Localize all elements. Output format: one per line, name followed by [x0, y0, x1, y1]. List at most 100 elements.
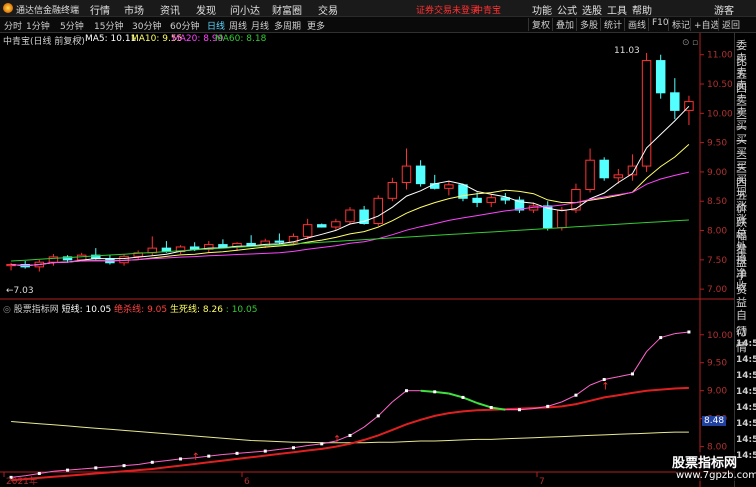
candle-body: [641, 60, 652, 167]
expand-chart-icon[interactable]: ▫: [692, 38, 698, 48]
short-line-segment: [377, 401, 393, 417]
period-60min[interactable]: 60分钟: [170, 19, 199, 32]
candle-body: [655, 60, 666, 94]
short-line-dot: [292, 446, 296, 450]
date-label: 7: [539, 477, 545, 487]
candle-body: [189, 246, 200, 250]
draw-button[interactable]: 画线: [624, 18, 646, 31]
indicator-tick-label: 9.50: [707, 359, 727, 369]
back-button[interactable]: 返回: [718, 18, 740, 31]
candle-body: [387, 181, 398, 199]
candle-body: [274, 240, 285, 243]
stats-button[interactable]: 统计: [600, 18, 622, 31]
indicator-marker: 8.48: [702, 416, 727, 426]
candle-body: [599, 159, 609, 179]
candle-body: [76, 254, 87, 261]
menu-bar: 通达信金融终端 行情 市场 资讯 发现 问小达 财富圈 交易 证券交易未登录 中…: [0, 0, 756, 17]
tick-label: 14:50: [736, 387, 756, 397]
short-line-segment: [349, 426, 365, 436]
short-line-dot: [207, 454, 211, 458]
short-line-segment: [279, 447, 294, 450]
login-notice[interactable]: 证券交易未登录: [416, 3, 479, 16]
menu-news[interactable]: 资讯: [160, 2, 180, 17]
short-line-segment: [618, 373, 633, 378]
f10-button[interactable]: F10: [648, 18, 669, 31]
period-timeshare[interactable]: 分时: [4, 19, 22, 32]
life-line: [11, 421, 689, 444]
menu-formula[interactable]: 公式: [557, 2, 577, 17]
menu-discover[interactable]: 发现: [196, 2, 216, 17]
watermark-title: 股票指标网: [672, 452, 738, 471]
price-high-label: 11.03: [614, 46, 640, 56]
indicator-tick-label: 9.00: [707, 387, 727, 397]
short-line-segment: [462, 396, 478, 404]
short-line-dot: [320, 442, 324, 446]
menu-function[interactable]: 功能: [532, 2, 552, 17]
menu-quotes[interactable]: 行情: [90, 2, 110, 17]
short-line-segment: [208, 453, 223, 457]
buy-arrow-icon: ↑: [192, 452, 200, 463]
period-daily[interactable]: 日线: [207, 19, 225, 32]
short-line-dot: [37, 471, 41, 475]
menu-stock-select[interactable]: 选股: [582, 2, 602, 17]
mark-button[interactable]: 标记: [668, 18, 690, 31]
multi-stock-button[interactable]: 多股: [576, 18, 598, 31]
menu-wealth[interactable]: 财富圈: [272, 2, 302, 17]
app-name: 通达信金融终端: [16, 6, 80, 16]
buy-arrow-icon: ↑: [333, 435, 341, 446]
period-15min[interactable]: 15分钟: [94, 19, 123, 32]
candle-body: [472, 197, 482, 203]
price-tick-label: 7.50: [707, 256, 727, 266]
short-line-segment: [166, 458, 181, 462]
candle-body: [317, 224, 327, 228]
short-line-dot: [150, 460, 154, 464]
short-line-segment: [53, 469, 68, 472]
menu-trade[interactable]: 交易: [318, 2, 338, 17]
period-multi[interactable]: 多周期: [274, 19, 301, 32]
candle-body: [670, 92, 680, 111]
period-5min[interactable]: 5分钟: [60, 19, 84, 32]
menu-tools[interactable]: 工具: [607, 2, 627, 17]
close-chart-icon[interactable]: ⊙: [682, 38, 690, 48]
price-tick-label: 10.00: [707, 109, 733, 119]
candle-body: [119, 255, 129, 264]
overlay-button[interactable]: 叠加: [552, 18, 574, 31]
indicator-icon[interactable]: ◎: [3, 305, 11, 315]
candle-body: [331, 221, 341, 228]
short-line-segment: [561, 394, 577, 403]
short-line-segment: [236, 451, 252, 454]
short-line-segment: [448, 392, 464, 399]
short-line-segment: [25, 472, 40, 477]
price-low-value: 7.03: [13, 286, 34, 296]
short-line-segment: [434, 390, 449, 395]
period-monthly[interactable]: 月线: [251, 19, 269, 32]
short-line-segment: [265, 448, 280, 452]
short-line-dot: [94, 466, 98, 470]
indicator-name: 股票指标网: [13, 305, 59, 315]
period-more[interactable]: 更多: [307, 19, 325, 32]
period-1min[interactable]: 1分钟: [26, 19, 50, 32]
short-line-segment: [124, 464, 139, 467]
short-line-segment: [604, 376, 619, 381]
short-line-dot: [546, 404, 550, 408]
candle-body: [302, 224, 313, 237]
date-label: 6: [244, 477, 250, 487]
short-line-dot: [348, 433, 352, 437]
short-line-dot: [66, 468, 70, 472]
add-watchlist-button[interactable]: +自选: [690, 18, 720, 31]
short-line-segment: [420, 389, 435, 393]
period-weekly[interactable]: 周线: [229, 19, 247, 32]
short-line-dot: [122, 464, 126, 468]
menu-help[interactable]: 帮助: [632, 2, 652, 17]
menu-market[interactable]: 市场: [124, 2, 144, 17]
candle-body: [218, 244, 228, 248]
menu-ask[interactable]: 问小达: [230, 2, 260, 17]
period-30min[interactable]: 30分钟: [132, 19, 161, 32]
adjust-button[interactable]: 复权: [528, 18, 550, 31]
price-tick-label: 11.00: [707, 51, 733, 61]
current-stock: 中青宝: [474, 6, 502, 16]
chart-area[interactable]: 11.0010.5010.009.509.008.508.007.507.00 …: [0, 33, 734, 487]
watermark-url: www.7gpzb.com: [676, 470, 756, 481]
short-line-segment: [575, 384, 591, 396]
guest-user[interactable]: 游客: [714, 2, 734, 17]
